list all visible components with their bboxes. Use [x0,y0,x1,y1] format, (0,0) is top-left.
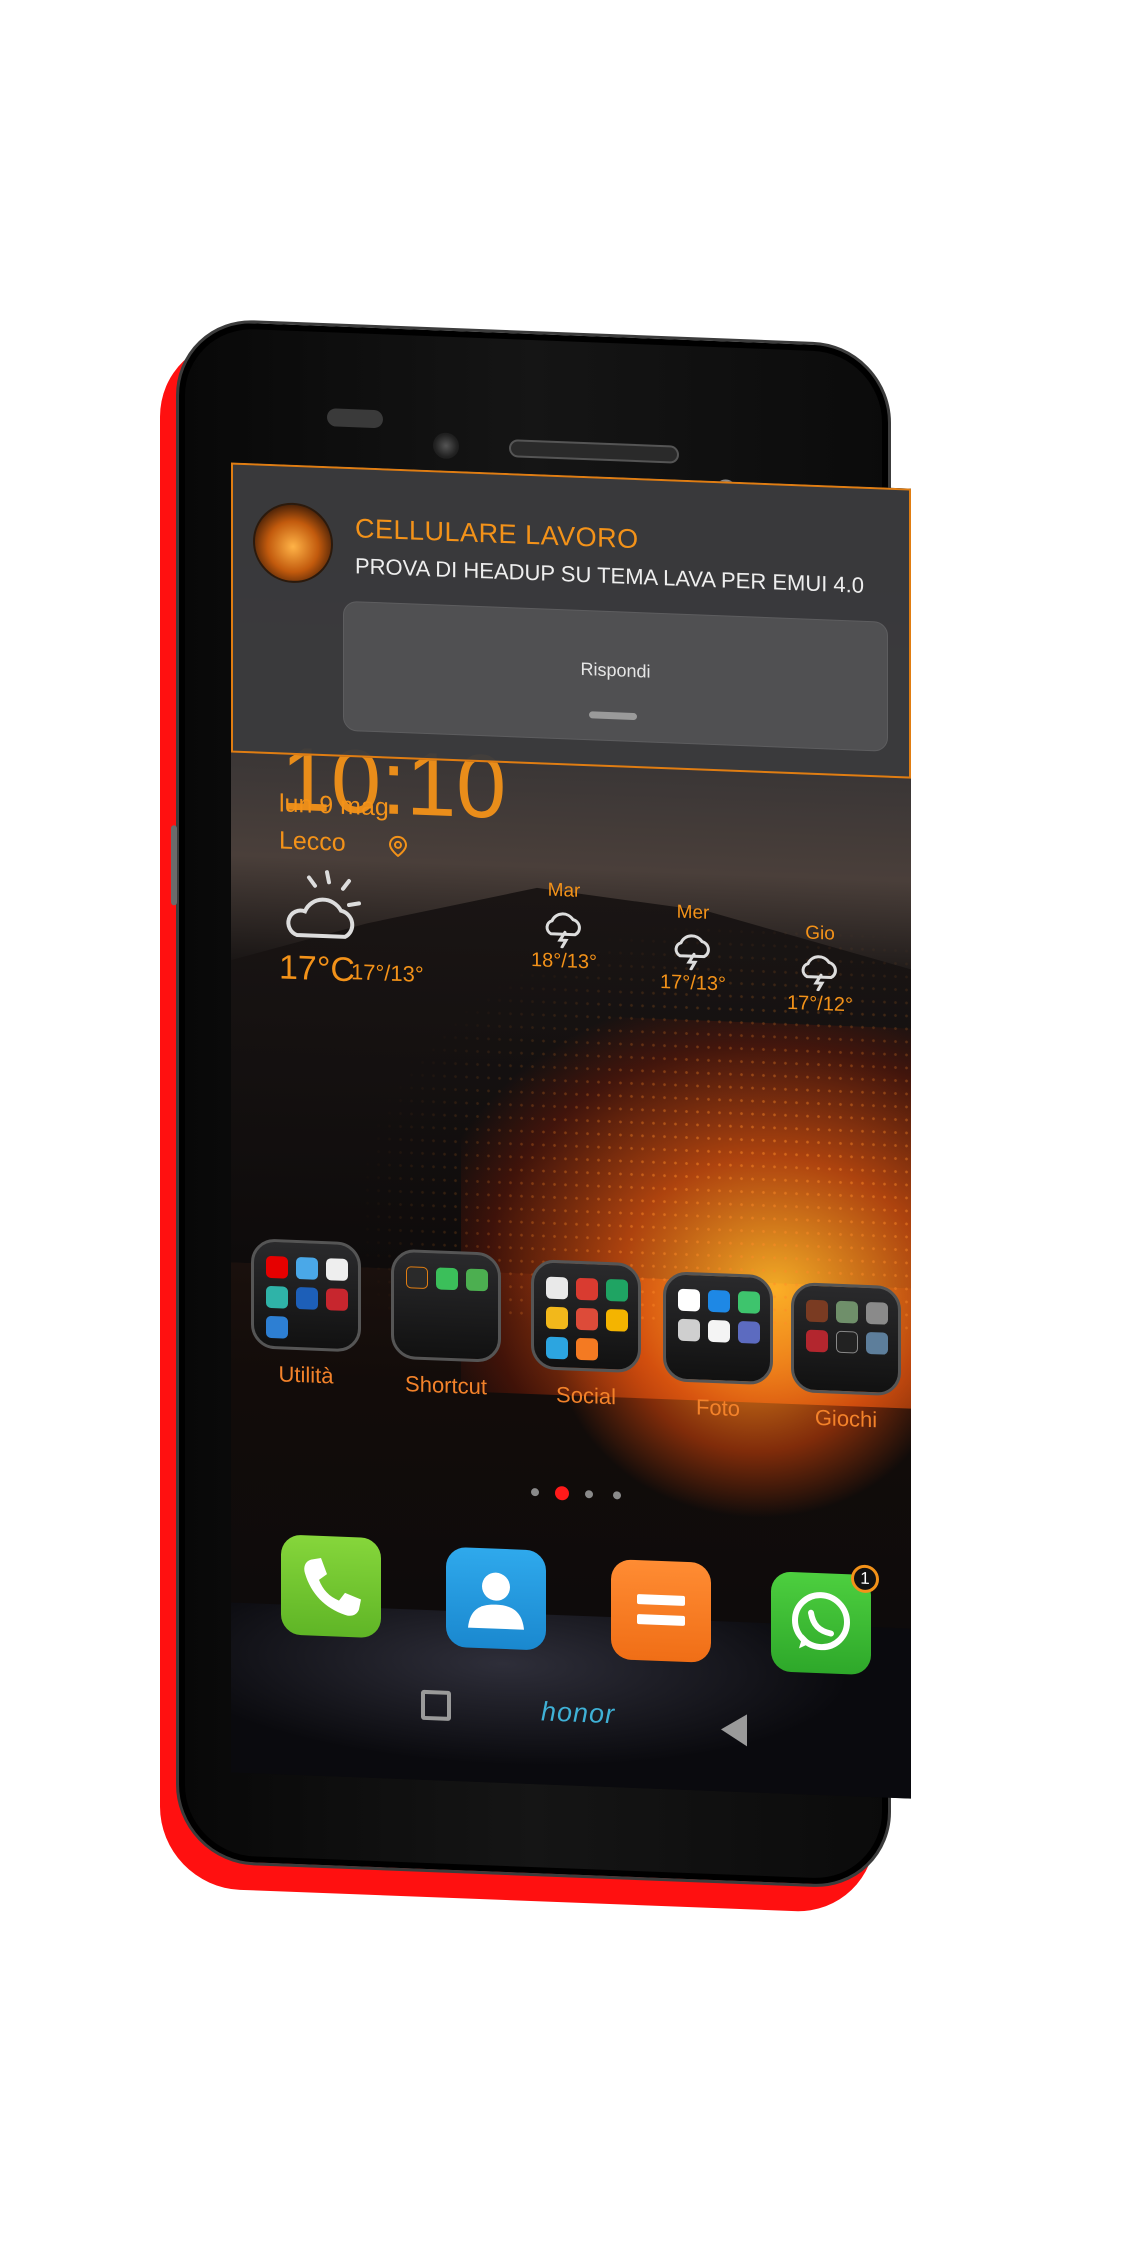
forecast-temp: 17°/13° [659,970,727,996]
front-camera [433,432,459,460]
thunderstorm-icon [545,912,581,949]
gmail-icon [576,1277,598,1301]
quick-pic-icon [708,1289,730,1313]
game-icon-5 [836,1330,858,1354]
notification-title: CELLULARE LAVORO [355,513,639,555]
folder-icon [663,1271,773,1386]
page-dot[interactable] [531,1488,539,1497]
recents-button[interactable] [421,1689,451,1721]
forecast-day-label: Gio [805,922,835,945]
folder-label: Utilità [278,1361,334,1389]
reply-button[interactable]: Rispondi [343,600,888,752]
folder-shortcut[interactable]: Shortcut [391,1248,501,1401]
telegram-icon [546,1336,568,1360]
notification-message: PROVA DI HEADUP SU TEMA LAVA PER EMUI 4.… [355,553,865,598]
phone-body: 10:10 lun 9 mag Lecco 17°C 17°/13° Mar 1… [171,317,911,1890]
page-indicator[interactable] [531,1484,651,1505]
back-button[interactable] [721,1713,747,1747]
contacts-icon [468,1572,524,1630]
collage-icon [738,1320,760,1344]
reply-label: Rispondi [580,658,651,682]
location-pin-icon [388,835,408,858]
refresh-icon [436,1267,458,1291]
folder-label: Foto [695,1394,741,1422]
folder-giochi[interactable]: Giochi [791,1282,901,1434]
whatsapp-app[interactable]: 1 [771,1564,879,1676]
messages-app[interactable] [611,1559,711,1663]
phone-icon [304,1557,361,1616]
folder-icon [251,1238,361,1353]
brand-logo: honor [541,1696,616,1730]
thunderstorm-icon [674,934,710,971]
editor-icon [708,1319,730,1343]
calculator-icon [296,1286,318,1310]
download-icon [466,1268,488,1292]
home-screen: 10:10 lun 9 mag Lecco 17°C 17°/13° Mar 1… [231,462,911,1799]
vodafone-icon [266,1255,288,1279]
chrome-icon [546,1306,568,1330]
game-icon-1 [806,1299,828,1323]
volume-button [171,825,177,906]
forecast-temp: 18°/13° [530,949,598,974]
google-plus-icon [576,1307,598,1331]
earpiece-speaker [509,439,679,464]
current-temp-range: 17°/13° [351,959,424,987]
game-icon-4 [806,1329,828,1353]
page-dot[interactable] [613,1491,621,1500]
forecast-day-label: Mer [676,901,710,924]
clock-app-icon [326,1258,348,1281]
drag-handle[interactable] [589,711,637,721]
game-icon-3 [866,1301,888,1325]
contacts-app[interactable] [446,1546,546,1651]
photos-app-icon [606,1308,628,1332]
gallery-icon [738,1290,760,1314]
current-temperature: 17°C [279,948,355,990]
folder-social[interactable]: Social [531,1259,641,1411]
heads-up-notification[interactable]: CELLULARE LAVORO PROVA DI HEADUP SU TEMA… [231,462,911,779]
page-dot[interactable] [585,1490,593,1499]
mail-icon [546,1276,568,1300]
folder-icon [531,1259,641,1374]
camera-app-icon [678,1318,700,1342]
folder-label: Social [556,1381,616,1410]
messages-icon [637,1594,685,1626]
folder-utilita[interactable]: Utilità [251,1238,361,1390]
folder-icon [391,1248,501,1363]
date-label: lun 9 mag [279,789,389,822]
forecast-day-label: Mar [547,879,581,902]
store-icon [266,1285,288,1309]
location-label: Lecco [279,826,346,857]
notification-badge: 1 [851,1564,879,1594]
hangouts-icon [606,1278,628,1302]
forecast-day-2[interactable]: Mer 17°/13° [638,900,748,997]
forecast-temp: 17°/12° [786,991,854,1017]
folder-icon [791,1282,901,1397]
forecast-day-1[interactable]: Mar 18°/13° [509,878,619,975]
xda-icon [406,1266,428,1290]
folder-label: Shortcut [405,1371,487,1400]
folder-foto[interactable]: Foto [663,1271,773,1423]
phone-app[interactable] [281,1534,381,1639]
thunderstorm-icon [801,955,837,992]
partly-cloudy-icon[interactable] [277,864,367,947]
game-icon-6 [866,1331,888,1355]
orange-app-icon [576,1337,598,1361]
contact-avatar [253,501,333,585]
phone-mockup: 10:10 lun 9 mag Lecco 17°C 17°/13° Mar 1… [140,296,911,1925]
page-dot-active[interactable] [555,1485,569,1501]
proximity-sensor [327,408,383,429]
game-icon-2 [836,1300,858,1324]
folder-label: Giochi [814,1404,878,1433]
files-icon [296,1256,318,1280]
google-photos-icon [678,1288,700,1312]
tools-icon [266,1315,288,1339]
forecast-day-3[interactable]: Gio 17°/12° [765,921,875,1018]
sky-icon [326,1288,348,1311]
